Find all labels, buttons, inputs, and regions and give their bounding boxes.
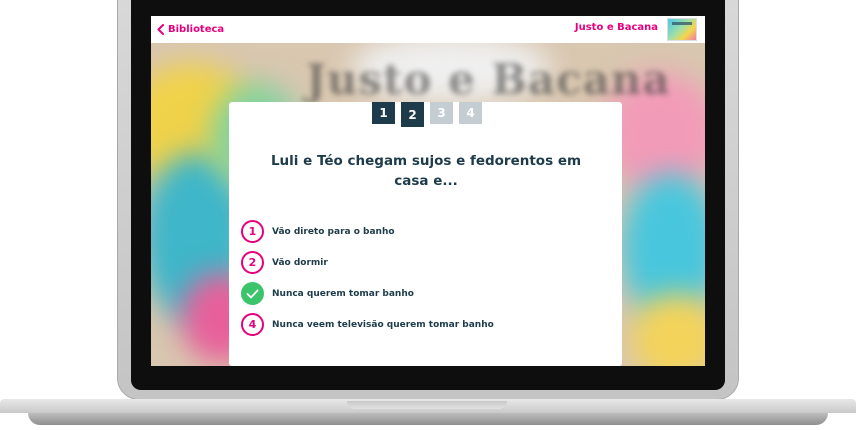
option-text: Nunca veem televisão querem tomar banho <box>272 319 494 330</box>
blurred-book-title: Justo e Bacana <box>306 55 671 104</box>
answer-option-2[interactable]: 2 Vão dormir <box>241 251 494 274</box>
option-text: Vão dormir <box>272 257 328 268</box>
step-2[interactable]: 2 <box>401 102 424 127</box>
option-text: Vão direto para o banho <box>272 226 395 237</box>
chevron-left-icon <box>157 23 164 35</box>
book-cover-thumbnail[interactable] <box>667 18 697 41</box>
answer-option-3[interactable]: Nunca querem tomar banho <box>241 282 494 305</box>
quiz-card: 1 2 3 4 Luli e Téo chegam sujos e fedore… <box>229 102 622 366</box>
answer-option-1[interactable]: 1 Vão direto para o banho <box>241 220 494 243</box>
check-icon <box>241 282 264 305</box>
back-label: Biblioteca <box>168 23 225 35</box>
back-button[interactable]: Biblioteca <box>157 20 224 38</box>
screen: Biblioteca Justo e Bacana Justo e Bacana… <box>151 16 705 366</box>
laptop-base-bottom <box>28 413 828 425</box>
option-number-badge: 2 <box>241 251 264 274</box>
option-number-badge: 1 <box>241 220 264 243</box>
answer-option-4[interactable]: 4 Nunca veem televisão querem tomar banh… <box>241 313 494 336</box>
book-title: Justo e Bacana <box>574 22 658 33</box>
option-number-badge: 4 <box>241 313 264 336</box>
top-bar: Biblioteca Justo e Bacana <box>151 16 705 43</box>
step-1[interactable]: 1 <box>372 102 395 124</box>
step-4[interactable]: 4 <box>459 102 482 124</box>
answer-options: 1 Vão direto para o banho 2 Vão dormir N… <box>241 220 494 344</box>
step-3[interactable]: 3 <box>430 102 453 124</box>
question-text: Luli e Téo chegam sujos e fedorentos em … <box>270 153 582 189</box>
step-indicator: 1 2 3 4 <box>372 102 482 127</box>
option-text: Nunca querem tomar banho <box>272 288 414 299</box>
laptop-notch <box>347 401 507 409</box>
